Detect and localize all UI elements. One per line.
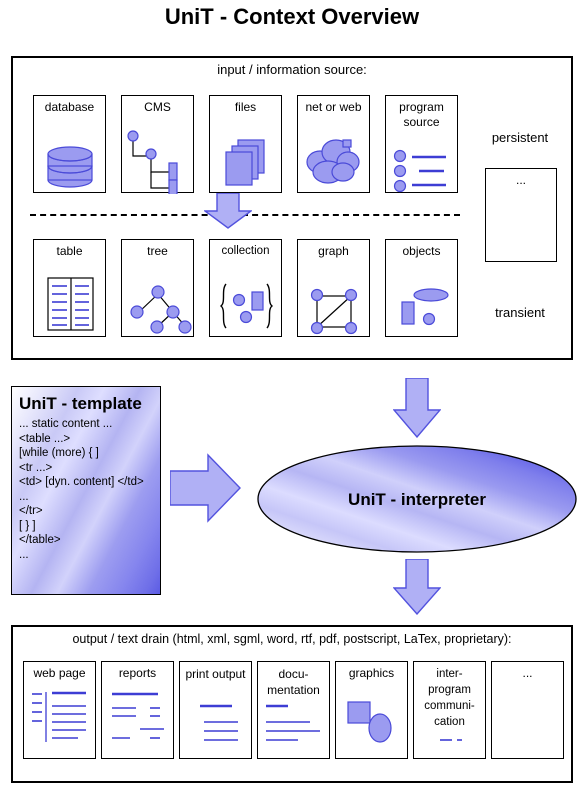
output-card-label: reports	[118, 666, 157, 680]
template-code-line: ... static content ...	[19, 418, 113, 430]
output-card-label: print output	[185, 667, 246, 681]
structure-card-label: collection	[221, 245, 270, 257]
template-code-line: <td> [dyn. content] </td>	[19, 476, 144, 488]
unit-template-title: UniT - template	[19, 394, 142, 413]
unit-template-box[interactable]: UniT - template ... static content ... <…	[11, 386, 161, 595]
arrow-interpreter-to-output	[392, 558, 442, 616]
output-card-label: ...	[522, 666, 533, 680]
output-card-label: web page	[33, 666, 86, 680]
stacked-files-icon	[210, 116, 281, 192]
source-card-label: net or web	[305, 100, 362, 114]
transient-label: transient	[495, 305, 545, 320]
page-title: UniT - Context Overview	[164, 4, 420, 29]
shapes-objects-icon	[386, 260, 457, 336]
shapes-graphics-icon	[336, 682, 407, 758]
output-card-documentation[interactable]: docu- mentation	[257, 661, 330, 759]
output-card-interprogram-communication[interactable]: inter- program communi- cation	[413, 661, 486, 759]
source-card-program-source[interactable]: program source	[385, 95, 458, 193]
input-section-caption: input / information source:	[217, 62, 367, 77]
template-code-line: <tr ...>	[19, 461, 53, 474]
output-card-label: inter- program communi- cation	[424, 668, 475, 728]
ellipsis-box-label: ...	[515, 173, 526, 187]
template-code-line: </table>	[19, 534, 61, 546]
two-column-table-icon	[34, 260, 105, 336]
output-section-caption: output / text drain (html, xml, sgml, wo…	[72, 632, 512, 646]
structure-card-label: graph	[318, 244, 349, 258]
output-card-label: docu- mentation	[267, 667, 320, 697]
template-code-line: <table ...>	[19, 432, 71, 445]
doc-lines-icon	[258, 700, 329, 758]
bullet-list-icon	[386, 116, 457, 193]
source-card-net-or-web[interactable]: net or web	[297, 95, 370, 193]
web-page-layout-icon	[24, 682, 95, 758]
ellipsis-box: ...	[485, 168, 557, 262]
structure-card-graph[interactable]: graph	[297, 239, 370, 337]
source-card-label: files	[234, 100, 257, 114]
database-cylinder-icon	[34, 116, 105, 192]
output-card-web-page[interactable]: web page	[23, 661, 96, 759]
source-card-database[interactable]: database	[33, 95, 106, 193]
unit-interpreter-ellipse[interactable]: UniT - interpreter	[256, 444, 578, 554]
structure-card-tree[interactable]: tree	[121, 239, 194, 337]
graph-nodes-icon	[298, 260, 369, 336]
structure-card-label: tree	[147, 244, 168, 258]
output-card-print-output[interactable]: print output	[179, 661, 252, 759]
node-tree-icon	[122, 260, 193, 336]
print-lines-icon	[180, 700, 251, 758]
output-card-label: graphics	[348, 666, 395, 680]
source-card-label: database	[44, 100, 95, 114]
source-card-files[interactable]: files	[209, 95, 282, 193]
structure-card-table[interactable]: table	[33, 239, 106, 337]
template-code-line: [ } ]	[19, 519, 36, 532]
structure-card-objects[interactable]: objects	[385, 239, 458, 337]
arrow-input-to-interpreter	[392, 377, 442, 439]
source-card-label: CMS	[144, 100, 171, 114]
report-lines-icon	[102, 682, 173, 758]
template-code-line: </tr>	[19, 505, 43, 517]
output-card-graphics[interactable]: graphics	[335, 661, 408, 759]
structure-card-collection[interactable]: collection	[209, 239, 282, 337]
braces-collection-icon	[210, 260, 281, 336]
ipc-lines-icon	[414, 734, 485, 758]
template-code-line: ...	[19, 548, 29, 561]
arrow-input-to-structures	[202, 192, 254, 229]
structure-card-label: table	[56, 244, 83, 258]
structure-card-label: objects	[402, 244, 441, 258]
template-code-line: ...	[19, 490, 29, 503]
output-card-more[interactable]: ...	[491, 661, 564, 759]
unit-interpreter-label: UniT - interpreter	[348, 490, 486, 509]
source-card-cms[interactable]: CMS	[121, 95, 194, 197]
tree-hierarchy-icon	[122, 116, 193, 197]
arrow-template-to-interpreter	[169, 452, 242, 524]
output-card-reports[interactable]: reports	[101, 661, 174, 759]
cloud-network-icon	[298, 116, 369, 192]
template-code-line: [while (more) { ]	[19, 447, 99, 459]
persistent-label: persistent	[491, 130, 549, 145]
